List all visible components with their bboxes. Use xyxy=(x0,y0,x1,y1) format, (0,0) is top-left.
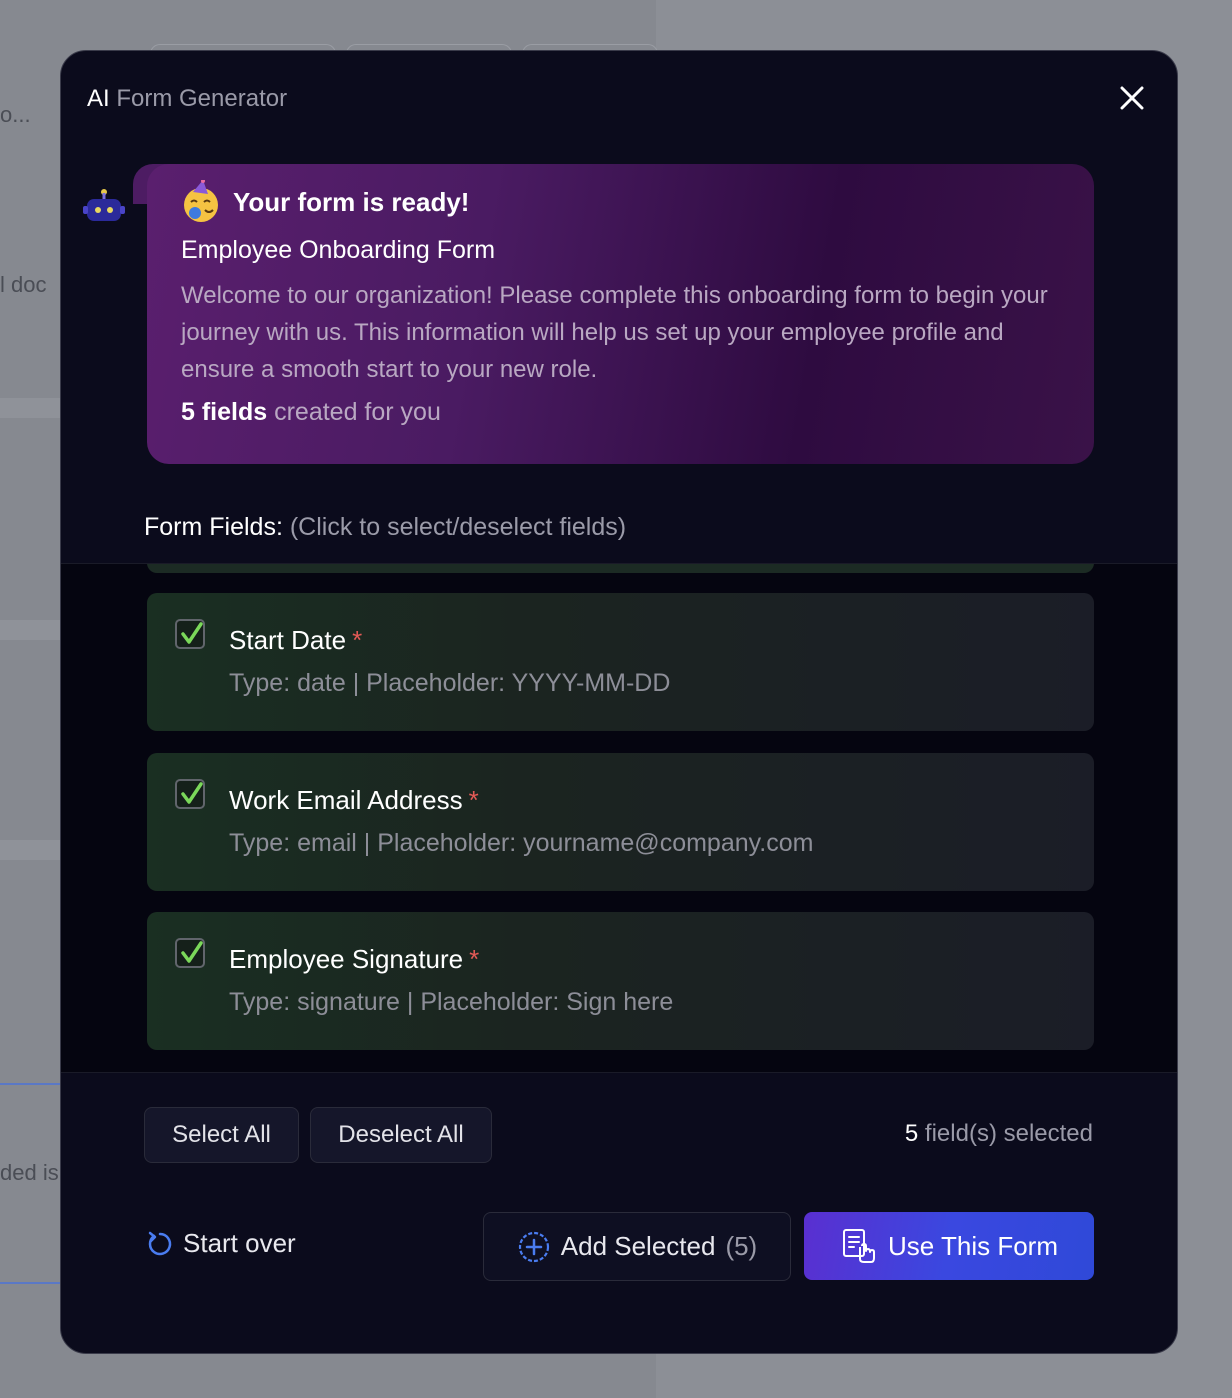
add-selected-count: (5) xyxy=(725,1231,758,1261)
field-name: Work Email Address * xyxy=(229,785,479,816)
field-checkbox[interactable] xyxy=(175,619,205,649)
field-name-text: Employee Signature xyxy=(229,944,464,974)
field-meta: Type: date | Placeholder: YYYY-MM-DD xyxy=(229,669,671,697)
select-all-button[interactable]: Select All xyxy=(144,1107,299,1163)
checkmark-icon xyxy=(181,622,203,644)
background-text: ded is xyxy=(0,1160,59,1185)
add-selected-label: Add Selected xyxy=(560,1231,716,1261)
field-card-employee-signature[interactable]: Employee Signature * Type: signature | Pl… xyxy=(147,912,1094,1050)
form-click-icon xyxy=(843,1229,875,1263)
field-checkbox[interactable] xyxy=(175,938,205,968)
use-this-form-label: Use This Form xyxy=(888,1230,1058,1261)
field-name-text: Work Email Address xyxy=(229,785,463,815)
field-meta: Type: signature | Placeholder: Sign here xyxy=(229,988,674,1016)
form-title: Employee Onboarding Form xyxy=(181,236,496,264)
robot-icon xyxy=(83,189,125,221)
fields-created-text: 5 fields created for you xyxy=(181,398,1060,427)
field-card-work-email[interactable]: Work Email Address * Type: email | Placeh… xyxy=(147,753,1094,891)
field-name: Start Date * xyxy=(229,625,362,656)
start-over-button[interactable]: Start over xyxy=(145,1228,296,1259)
field-name: Employee Signature * xyxy=(229,944,479,975)
selected-count-suffix: field(s) selected xyxy=(918,1120,1093,1147)
checkmark-icon xyxy=(181,782,203,804)
field-checkbox[interactable] xyxy=(175,779,205,809)
ai-form-generator-modal: AI Form Generator Your form is ready! Em… xyxy=(60,50,1178,1354)
modal-title-rest: Form Generator xyxy=(109,85,288,112)
background-text: l doc xyxy=(0,272,47,297)
required-mark: * xyxy=(469,944,480,974)
add-circle-icon xyxy=(518,1231,549,1262)
restart-icon xyxy=(148,1231,172,1255)
deselect-all-button[interactable]: Deselect All xyxy=(310,1107,492,1163)
fields-created-suffix: created for you xyxy=(267,398,441,426)
start-over-label: Start over xyxy=(183,1228,296,1258)
fields-created-count: 5 fields xyxy=(181,398,268,426)
add-selected-button[interactable]: Add Selected (5) xyxy=(483,1212,791,1281)
form-fields-heading: Form Fields: (Click to select/deselect f… xyxy=(144,513,626,542)
selected-count: 5 field(s) selected xyxy=(905,1120,1093,1148)
checkmark-icon xyxy=(181,941,203,963)
ready-message: Your form is ready! xyxy=(233,186,470,217)
field-meta: Type: email | Placeholder: yourname@comp… xyxy=(229,829,814,857)
fields-list[interactable]: Start Date * Type: date | Placeholder: YY… xyxy=(61,563,1177,1073)
field-name-text: Start Date xyxy=(229,625,347,655)
party-face-icon xyxy=(184,180,218,222)
use-this-form-button[interactable]: Use This Form xyxy=(804,1212,1094,1280)
field-card-partial[interactable] xyxy=(147,564,1094,573)
background-text: o... xyxy=(0,102,31,127)
required-mark: * xyxy=(352,625,363,655)
required-mark: * xyxy=(468,785,479,815)
form-description: Welcome to our organization! Please comp… xyxy=(181,282,1048,383)
ai-message-bubble: Your form is ready! Employee Onboarding … xyxy=(147,164,1094,464)
field-card-start-date[interactable]: Start Date * Type: date | Placeholder: YY… xyxy=(147,593,1094,731)
modal-footer: Select All Deselect All 5 field(s) selec… xyxy=(61,1072,1177,1353)
modal-title: AI Form Generator xyxy=(87,85,287,113)
form-fields-hint: (Click to select/deselect fields) xyxy=(282,513,627,541)
selected-count-number: 5 xyxy=(904,1120,919,1147)
modal-title-ai: AI xyxy=(87,85,110,112)
close-icon xyxy=(1120,86,1144,110)
form-fields-heading-label: Form Fields: xyxy=(144,513,283,541)
close-button[interactable] xyxy=(1117,83,1147,113)
